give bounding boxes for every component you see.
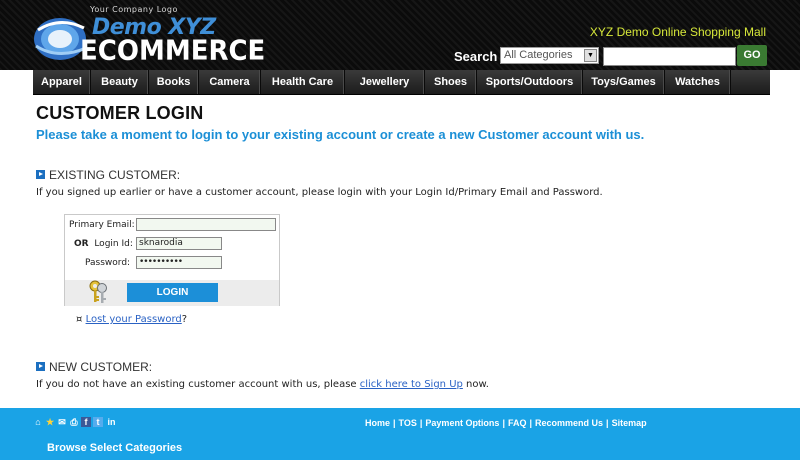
search-input[interactable] bbox=[603, 47, 736, 66]
bullet-icon: ¤ bbox=[76, 314, 83, 325]
site-footer: ⌂ ★ ✉ ⎙ f t in Home | TOS | Payment Opti… bbox=[0, 408, 800, 460]
password-field[interactable]: •••••••••• bbox=[136, 256, 222, 269]
existing-customer-heading-text: EXISTING CUSTOMER: bbox=[49, 168, 181, 182]
password-label: Password: bbox=[85, 258, 131, 268]
nav-item-toys-games[interactable]: Toys/Games bbox=[583, 70, 665, 94]
login-form: Primary Email: OR Login Id: sknarodia Pa… bbox=[64, 214, 280, 306]
category-select-value: All Categories bbox=[504, 49, 573, 61]
company-logo[interactable]: Your Company Logo Demo XYZ ECOMMERCE bbox=[32, 2, 265, 68]
category-nav: Apparel Beauty Books Camera Health Care … bbox=[33, 70, 770, 95]
nav-item-jewellery[interactable]: Jewellery bbox=[345, 70, 425, 94]
nav-item-sports-outdoors[interactable]: Sports/Outdoors bbox=[477, 70, 583, 94]
or-label: OR bbox=[74, 239, 89, 249]
nav-item-beauty[interactable]: Beauty bbox=[91, 70, 149, 94]
category-select[interactable]: All Categories ▼ bbox=[500, 47, 599, 64]
lost-password-link[interactable]: Lost your Password bbox=[86, 314, 182, 325]
footer-icons: ⌂ ★ ✉ ⎙ f t in bbox=[33, 417, 118, 427]
nav-item-shoes[interactable]: Shoes bbox=[425, 70, 477, 94]
keys-icon bbox=[89, 280, 107, 303]
footer-link-sitemap[interactable]: Sitemap bbox=[612, 418, 647, 428]
nav-item-books[interactable]: Books bbox=[149, 70, 199, 94]
arrow-right-icon bbox=[36, 170, 45, 179]
footer-separator: | bbox=[529, 418, 533, 428]
existing-customer-heading: EXISTING CUSTOMER: bbox=[36, 168, 180, 182]
footer-link-recommend-us[interactable]: Recommend Us bbox=[535, 418, 603, 428]
sign-up-link[interactable]: click here to Sign Up bbox=[360, 379, 463, 390]
page-title: CUSTOMER LOGIN bbox=[36, 103, 204, 123]
new-customer-text: If you do not have an existing customer … bbox=[36, 379, 489, 390]
footer-separator: | bbox=[419, 418, 423, 428]
arrow-right-icon bbox=[36, 362, 45, 371]
home-icon[interactable]: ⌂ bbox=[33, 417, 43, 427]
footer-link-payment-options[interactable]: Payment Options bbox=[425, 418, 499, 428]
footer-links: Home | TOS | Payment Options | FAQ | Rec… bbox=[365, 418, 647, 428]
go-button[interactable]: GO bbox=[737, 45, 767, 66]
linkedin-icon[interactable]: in bbox=[105, 417, 118, 427]
nav-item-apparel[interactable]: Apparel bbox=[33, 70, 91, 94]
site-header: Your Company Logo Demo XYZ ECOMMERCE XYZ… bbox=[0, 0, 800, 70]
new-customer-heading: NEW CUSTOMER: bbox=[36, 360, 152, 374]
footer-link-faq[interactable]: FAQ bbox=[508, 418, 527, 428]
lost-password-suffix: ? bbox=[181, 314, 188, 325]
login-id-label: Login Id: bbox=[94, 239, 133, 249]
print-icon[interactable]: ⎙ bbox=[69, 417, 79, 427]
chevron-down-icon[interactable]: ▼ bbox=[584, 49, 597, 62]
facebook-icon[interactable]: f bbox=[81, 417, 91, 427]
logo-tagline: Your Company Logo bbox=[90, 5, 178, 14]
footer-separator: | bbox=[606, 418, 609, 428]
logo-line2: ECOMMERCE bbox=[80, 35, 266, 67]
page-subtitle: Please take a moment to login to your ex… bbox=[36, 127, 645, 142]
lost-password-row: ¤ Lost your Password? bbox=[76, 314, 187, 325]
existing-customer-text: If you signed up earlier or have a custo… bbox=[36, 187, 603, 198]
new-customer-text-before: If you do not have an existing customer … bbox=[36, 379, 360, 390]
login-id-field[interactable]: sknarodia bbox=[136, 237, 222, 250]
footer-link-home[interactable]: Home bbox=[365, 418, 390, 428]
footer-link-tos[interactable]: TOS bbox=[399, 418, 417, 428]
nav-item-health-care[interactable]: Health Care bbox=[261, 70, 345, 94]
search-label: Search bbox=[454, 49, 498, 64]
mall-title: XYZ Demo Online Shopping Mall bbox=[589, 25, 766, 39]
login-button[interactable]: LOGIN bbox=[127, 283, 218, 302]
nav-item-camera[interactable]: Camera bbox=[199, 70, 261, 94]
email-label: Primary Email: bbox=[69, 220, 135, 230]
twitter-icon[interactable]: t bbox=[93, 417, 103, 427]
footer-separator: | bbox=[502, 418, 505, 428]
or-login-label: OR Login Id: bbox=[74, 239, 133, 249]
footer-separator: | bbox=[393, 418, 396, 428]
nav-item-watches[interactable]: Watches bbox=[665, 70, 731, 94]
new-customer-text-after: now. bbox=[462, 379, 489, 390]
browse-categories-heading: Browse Select Categories bbox=[47, 442, 183, 454]
mail-icon[interactable]: ✉ bbox=[57, 417, 67, 427]
email-field[interactable] bbox=[136, 218, 276, 231]
new-customer-heading-text: NEW CUSTOMER: bbox=[49, 360, 153, 374]
star-icon[interactable]: ★ bbox=[45, 417, 55, 427]
